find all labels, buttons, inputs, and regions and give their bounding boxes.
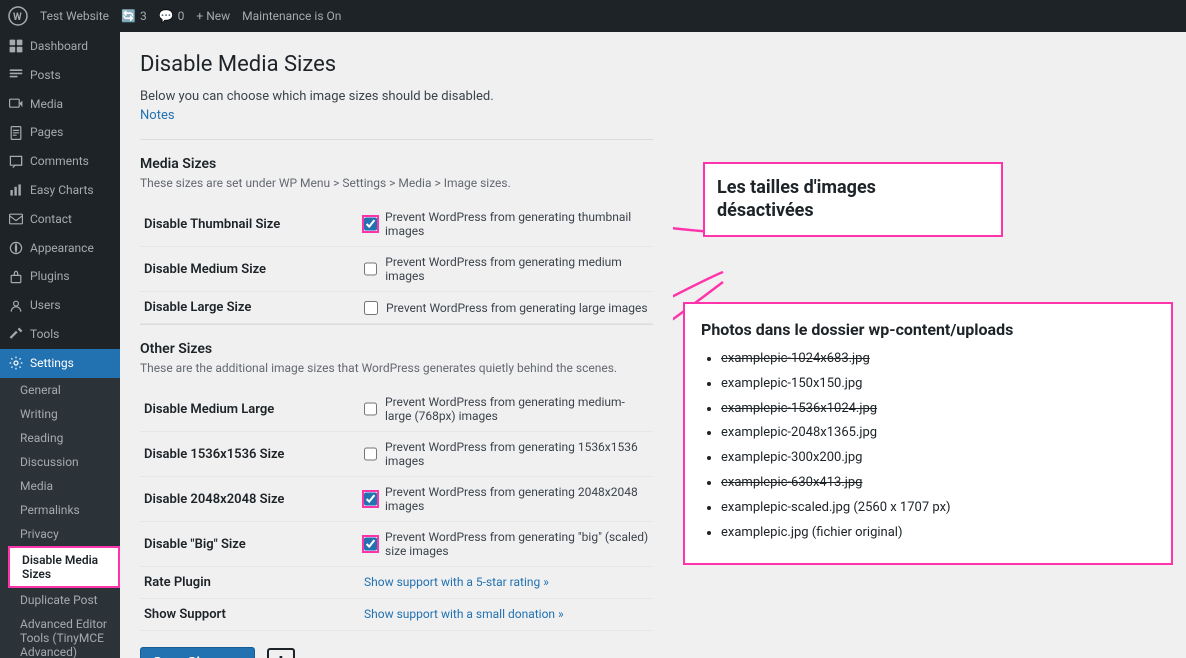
table-row: Disable 1536x1536 Size Prevent WordPress… bbox=[140, 432, 653, 477]
medium-label: Disable Medium Size bbox=[140, 247, 360, 292]
sidebar-item-easy-charts[interactable]: Easy Charts bbox=[0, 176, 120, 205]
sidebar: Dashboard Posts Media Pages Comments Eas… bbox=[0, 32, 120, 658]
submenu-privacy[interactable]: Privacy bbox=[8, 522, 120, 546]
medium-desc: Prevent WordPress from generating medium… bbox=[385, 255, 649, 283]
table-row: Rate Plugin Show support with a 5-star r… bbox=[140, 567, 653, 599]
1536-desc: Prevent WordPress from generating 1536x1… bbox=[385, 440, 649, 468]
list-item: examplepic.jpg (fichier original) bbox=[721, 523, 1155, 544]
large-label: Disable Large Size bbox=[140, 292, 360, 324]
submenu-reading[interactable]: Reading bbox=[8, 426, 120, 450]
annotation-box1: Les tailles d'images désactivées bbox=[703, 162, 1003, 237]
list-item: examplepic-1024x683.jpg bbox=[721, 349, 1155, 370]
other-sizes-table: Disable Medium Large Prevent WordPress f… bbox=[140, 387, 653, 631]
new-item[interactable]: + New bbox=[196, 9, 230, 23]
show-support-label: Show Support bbox=[140, 599, 360, 631]
notes-link[interactable]: Notes bbox=[140, 108, 175, 123]
settings-submenu: General Writing Reading Discussion Media… bbox=[0, 378, 120, 658]
main-content: Disable Media Sizes Below you can choose… bbox=[120, 32, 673, 658]
2048-checkbox[interactable] bbox=[364, 492, 377, 506]
save-section: Save Changes ! bbox=[140, 631, 653, 658]
list-item: examplepic-300x200.jpg bbox=[721, 448, 1155, 469]
other-sizes-desc: These are the additional image sizes tha… bbox=[140, 361, 653, 375]
large-checkbox[interactable] bbox=[364, 301, 378, 315]
list-item: examplepic-150x150.jpg bbox=[721, 374, 1155, 395]
annotation-box2: Photos dans le dossier wp-content/upload… bbox=[683, 302, 1173, 565]
media-sizes-table: Disable Thumbnail Size Prevent WordPress… bbox=[140, 202, 653, 324]
sidebar-item-tools[interactable]: Tools bbox=[0, 320, 120, 349]
submenu-general[interactable]: General bbox=[8, 378, 120, 402]
big-checkbox[interactable] bbox=[364, 537, 377, 551]
sidebar-item-contact[interactable]: Contact bbox=[0, 205, 120, 234]
1536-checkbox[interactable] bbox=[364, 447, 377, 461]
submenu-duplicate-post[interactable]: Duplicate Post bbox=[8, 588, 120, 612]
exclamation-badge: ! bbox=[267, 648, 295, 658]
big-desc: Prevent WordPress from generating "big" … bbox=[385, 530, 649, 558]
page-description: Below you can choose which image sizes s… bbox=[140, 89, 653, 104]
sidebar-item-media[interactable]: Media bbox=[0, 90, 120, 119]
submenu-discussion[interactable]: Discussion bbox=[8, 450, 120, 474]
sidebar-item-users[interactable]: Users bbox=[0, 291, 120, 320]
admin-bar: W Test Website 🔄3 💬0 + New Maintenance i… bbox=[0, 0, 1186, 32]
table-row: Show Support Show support with a small d… bbox=[140, 599, 653, 631]
table-row: Disable Medium Large Prevent WordPress f… bbox=[140, 387, 653, 432]
big-label: Disable "Big" Size bbox=[140, 522, 360, 567]
updates-count[interactable]: 🔄3 bbox=[121, 9, 147, 23]
list-item: examplepic-1536x1024.jpg bbox=[721, 399, 1155, 420]
site-name[interactable]: Test Website bbox=[40, 9, 109, 23]
sidebar-item-appearance[interactable]: Appearance bbox=[0, 234, 120, 263]
sidebar-item-pages[interactable]: Pages bbox=[0, 118, 120, 147]
show-support-link[interactable]: Show support with a small donation » bbox=[364, 607, 564, 621]
submenu-advanced-editor-tools[interactable]: Advanced Editor Tools (TinyMCE Advanced) bbox=[8, 612, 120, 658]
submenu-permalinks[interactable]: Permalinks bbox=[8, 498, 120, 522]
table-row: Disable Large Size Prevent WordPress fro… bbox=[140, 292, 653, 324]
list-item: examplepic-2048x1365.jpg bbox=[721, 423, 1155, 444]
medium-large-checkbox[interactable] bbox=[364, 402, 377, 416]
media-sizes-title: Media Sizes bbox=[140, 139, 653, 172]
thumbnail-desc: Prevent WordPress from generating thumbn… bbox=[385, 210, 649, 238]
maintenance-status: Maintenance is On bbox=[242, 9, 341, 23]
page-title: Disable Media Sizes bbox=[140, 52, 653, 77]
table-row: Disable 2048x2048 Size Prevent WordPress… bbox=[140, 477, 653, 522]
1536-label: Disable 1536x1536 Size bbox=[140, 432, 360, 477]
sidebar-item-dashboard[interactable]: Dashboard bbox=[0, 32, 120, 61]
large-desc: Prevent WordPress from generating large … bbox=[386, 301, 648, 315]
rate-plugin-label: Rate Plugin bbox=[140, 567, 360, 599]
list-item: examplepic-630x413.jpg bbox=[721, 473, 1155, 494]
annotation-list: examplepic-1024x683.jpg examplepic-150x1… bbox=[701, 349, 1155, 543]
rate-plugin-link[interactable]: Show support with a 5-star rating » bbox=[364, 575, 549, 589]
sidebar-item-plugins[interactable]: Plugins bbox=[0, 262, 120, 291]
save-changes-button[interactable]: Save Changes bbox=[140, 647, 255, 658]
comments-count[interactable]: 💬0 bbox=[159, 9, 185, 23]
other-sizes-title: Other Sizes bbox=[140, 324, 653, 357]
medium-large-desc: Prevent WordPress from generating medium… bbox=[385, 395, 649, 423]
table-row: Disable "Big" Size Prevent WordPress fro… bbox=[140, 522, 653, 567]
2048-label: Disable 2048x2048 Size bbox=[140, 477, 360, 522]
thumbnail-checkbox[interactable] bbox=[364, 217, 377, 231]
submenu-writing[interactable]: Writing bbox=[8, 402, 120, 426]
wp-logo-item[interactable]: W bbox=[8, 6, 28, 26]
annotation-box2-title: Photos dans le dossier wp-content/upload… bbox=[701, 320, 1155, 339]
submenu-disable-media-sizes[interactable]: Disable Media Sizes bbox=[8, 546, 120, 588]
2048-desc: Prevent WordPress from generating 2048x2… bbox=[385, 485, 649, 513]
table-row: Disable Thumbnail Size Prevent WordPress… bbox=[140, 202, 653, 247]
sidebar-item-settings[interactable]: Settings bbox=[0, 349, 120, 378]
sidebar-item-posts[interactable]: Posts bbox=[0, 61, 120, 90]
medium-checkbox[interactable] bbox=[364, 262, 377, 276]
sidebar-item-comments[interactable]: Comments bbox=[0, 147, 120, 176]
media-sizes-desc: These sizes are set under WP Menu > Sett… bbox=[140, 176, 653, 190]
annotation-area: Les tailles d'images désactivées Photos … bbox=[673, 32, 1186, 658]
submenu-media[interactable]: Media bbox=[8, 474, 120, 498]
list-item: examplepic-scaled.jpg (2560 x 1707 px) bbox=[721, 498, 1155, 519]
medium-large-label: Disable Medium Large bbox=[140, 387, 360, 432]
svg-text:W: W bbox=[13, 12, 22, 23]
table-row: Disable Medium Size Prevent WordPress fr… bbox=[140, 247, 653, 292]
thumbnail-label: Disable Thumbnail Size bbox=[140, 202, 360, 247]
